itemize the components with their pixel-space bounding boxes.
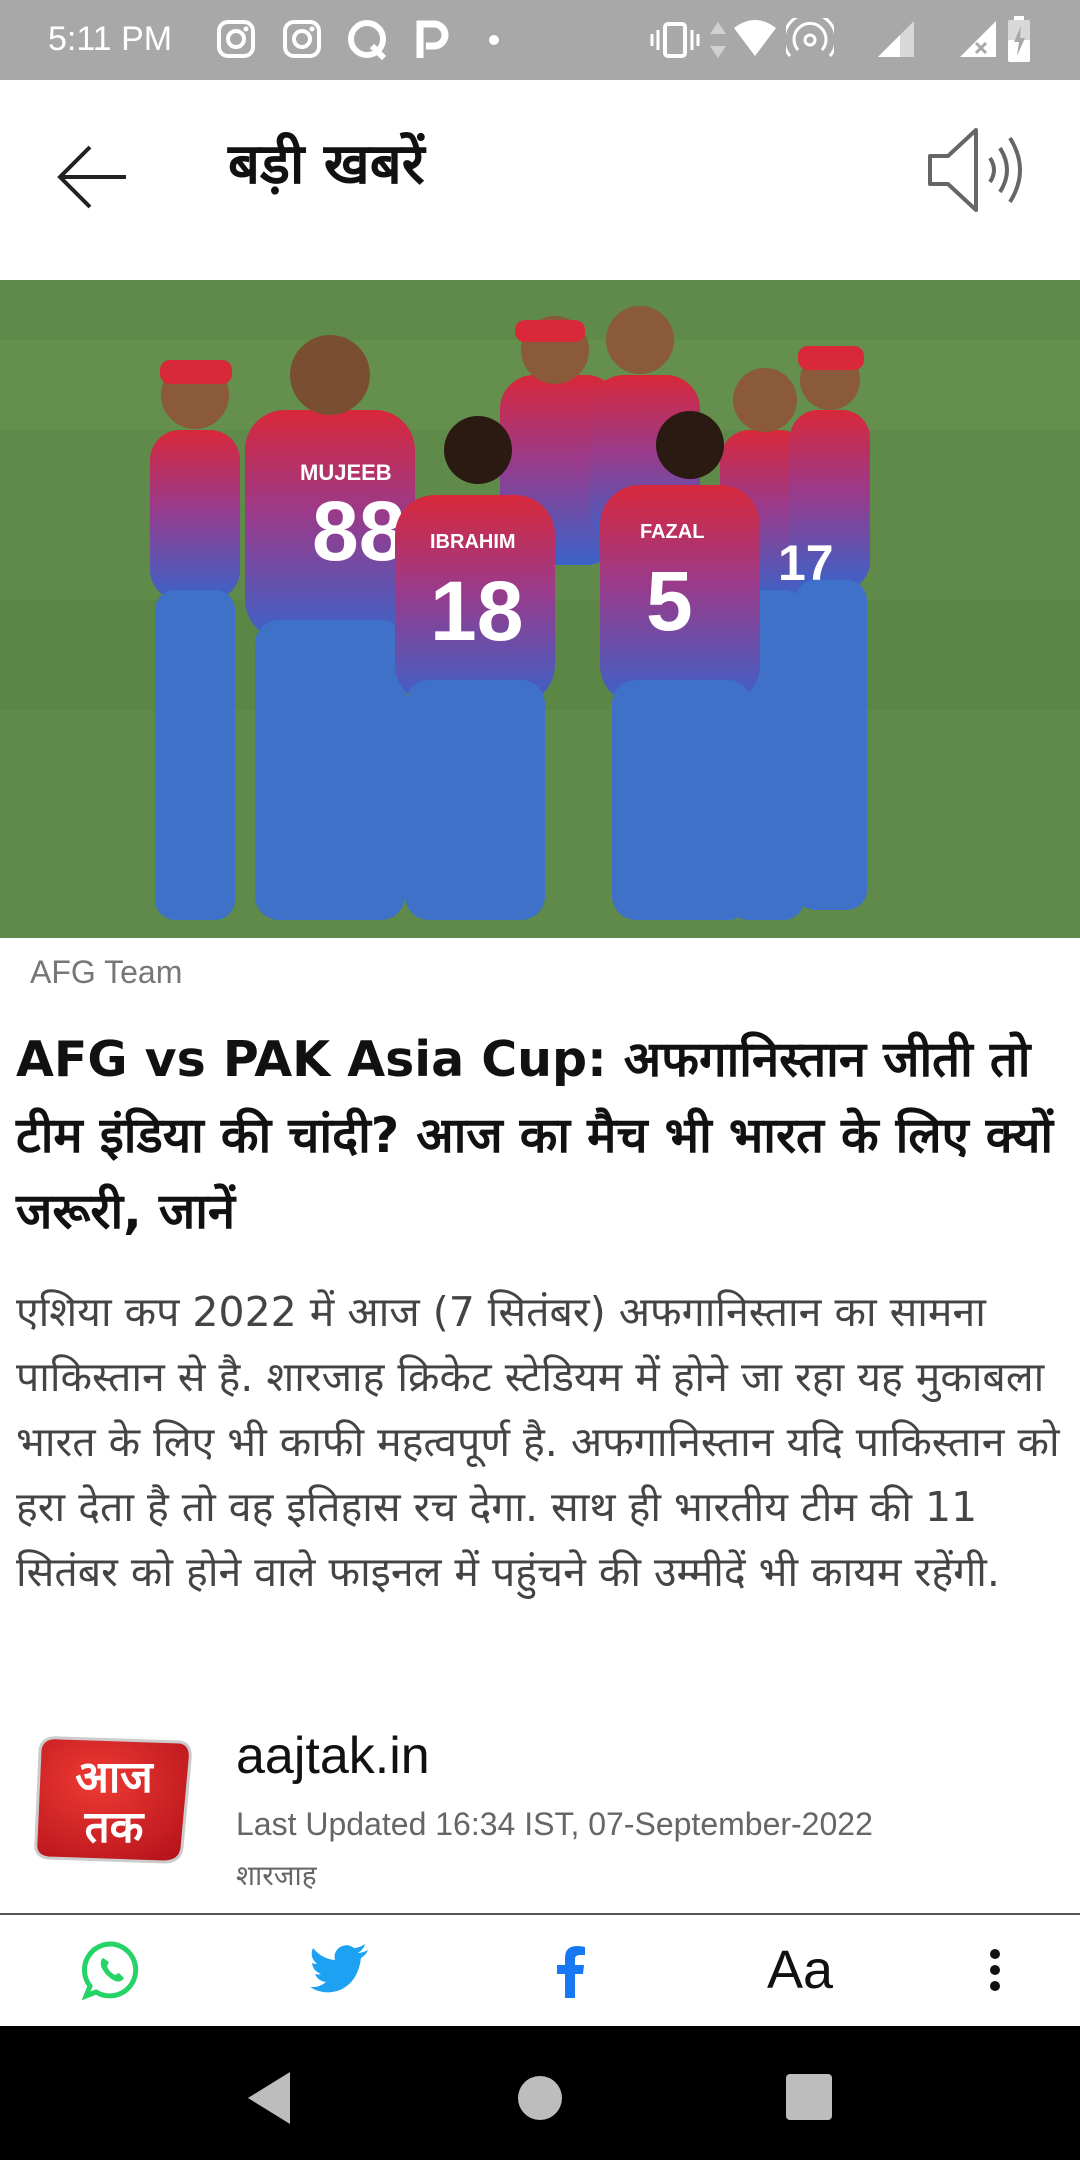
wifi-icon	[734, 20, 776, 56]
home-nav-icon[interactable]	[500, 2058, 580, 2138]
system-nav-bar	[0, 2026, 1080, 2160]
back-nav-icon[interactable]	[228, 2058, 308, 2138]
article-headline: AFG vs PAK Asia Cup: अफगानिस्तान जीती तो…	[16, 1031, 1054, 1240]
source-name[interactable]: aajtak.in	[236, 1726, 430, 1786]
more-vert-icon	[990, 1949, 1000, 1991]
instagram-icon	[283, 20, 321, 58]
twitter-share-button[interactable]	[290, 1915, 390, 2025]
svg-text:5: 5	[646, 554, 693, 648]
status-time: 5:11 PM	[48, 20, 173, 58]
app-bar: बड़ी खबरें	[0, 80, 1080, 280]
player-figure: MUJEEB 88	[245, 335, 415, 920]
team-photo: MUJEEB 88 IBRAHIM 18 FAZAL 5 17	[0, 280, 1080, 938]
facebook-share-button[interactable]	[520, 1915, 620, 2025]
battery-charging-icon	[1008, 16, 1030, 62]
font-size-button[interactable]: Aa	[750, 1915, 850, 2025]
logo-text-bottom: तक	[84, 1802, 146, 1853]
last-updated: Last Updated 16:34 IST, 07-September-202…	[236, 1806, 873, 1842]
article-image[interactable]: MUJEEB 88 IBRAHIM 18 FAZAL 5 17	[0, 280, 1080, 938]
more-options-button[interactable]	[960, 1915, 1030, 2025]
aajtak-logo: आज तक	[34, 1736, 192, 1864]
logo-text-top: आज	[75, 1752, 154, 1803]
arrow-left-icon[interactable]	[48, 132, 138, 222]
whatsapp-icon	[82, 1941, 139, 2000]
image-caption: AFG Team	[30, 954, 183, 990]
svg-text:18: 18	[430, 564, 523, 658]
facebook-icon	[557, 1946, 585, 1998]
svg-text:17: 17	[778, 535, 834, 591]
dateline-location: शारजाह	[236, 1859, 317, 1892]
vibrate-icon	[650, 22, 700, 58]
signal-x-icon	[960, 21, 996, 57]
whatsapp-share-button[interactable]	[62, 1915, 162, 2025]
twitter-icon	[310, 1944, 368, 1993]
quora-icon	[348, 20, 387, 61]
data-arrows-icon	[710, 22, 726, 58]
speaker-icon[interactable]	[922, 120, 1032, 220]
dot-icon	[489, 35, 499, 45]
share-bar: Aa	[0, 1915, 1080, 2025]
player-figure	[790, 346, 870, 910]
status-bar: 5:11 PM	[0, 0, 1080, 80]
svg-text:IBRAHIM: IBRAHIM	[430, 531, 516, 553]
signal-icon	[878, 21, 914, 57]
recents-nav-icon[interactable]	[770, 2058, 850, 2138]
article-summary: एशिया कप 2022 में आज (7 सितंबर) अफगानिस्…	[16, 1288, 1060, 1596]
instagram-icon	[217, 20, 255, 58]
page-title: बड़ी खबरें	[228, 132, 425, 197]
player-figure	[150, 360, 240, 920]
svg-text:FAZAL: FAZAL	[640, 521, 704, 543]
paytm-icon	[416, 20, 449, 58]
svg-text:MUJEEB: MUJEEB	[300, 460, 392, 485]
player-figure: 17	[778, 535, 834, 591]
hotspot-icon	[786, 18, 834, 57]
svg-text:88: 88	[312, 484, 405, 578]
